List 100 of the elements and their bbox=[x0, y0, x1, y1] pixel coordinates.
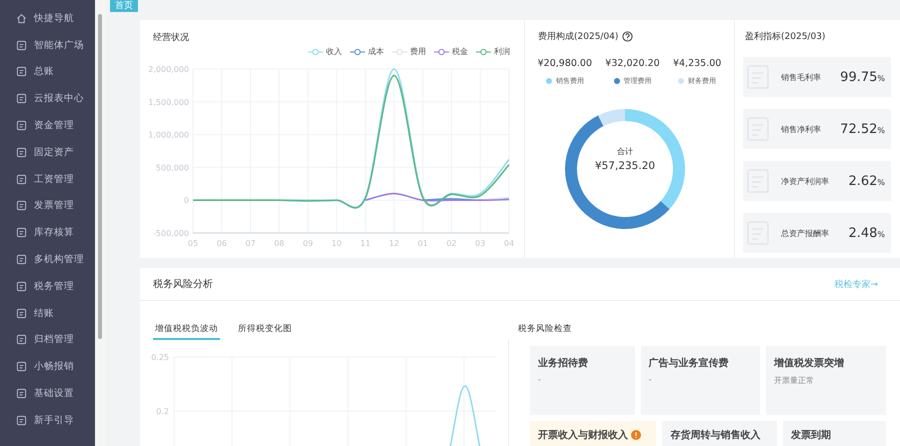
indicator-value: 72.52% bbox=[840, 122, 886, 136]
document-icon bbox=[16, 200, 27, 212]
legend-marker-icon bbox=[308, 48, 323, 56]
risk-card[interactable]: 业务招待费 - bbox=[530, 346, 635, 415]
axis-label: 02 bbox=[446, 239, 457, 248]
risk-status: 开票量正常 bbox=[774, 375, 815, 386]
axis-label: 500,000 bbox=[156, 163, 189, 172]
line-plot-drawing bbox=[449, 385, 481, 446]
risk-title: 存货周转与销售收入 bbox=[670, 428, 760, 442]
document-icon bbox=[16, 361, 27, 372]
document-icon bbox=[16, 146, 27, 158]
document-icon bbox=[16, 174, 27, 185]
risk-card[interactable]: 广告与业务宣传费 - bbox=[640, 346, 760, 415]
sidebar-item[interactable]: 发票管理 bbox=[0, 192, 95, 220]
document-icon bbox=[16, 254, 27, 266]
sidebar-item[interactable]: 快捷导航 bbox=[0, 5, 95, 32]
risk-card[interactable]: 增值税发票突增 开票量正常 bbox=[766, 346, 886, 415]
risk-title: 业务招待费 bbox=[538, 356, 588, 370]
axis-label: 06 bbox=[216, 239, 227, 248]
risk-card[interactable]: 存货周转与销售收入 bbox=[662, 421, 777, 446]
indicator-value: 2.48% bbox=[848, 226, 886, 240]
risk-card[interactable]: 发票到期 bbox=[782, 421, 886, 446]
legend-item[interactable]: 税金 bbox=[434, 46, 468, 57]
warning-icon bbox=[631, 430, 641, 440]
axis-label: 11 bbox=[360, 239, 370, 248]
house-icon bbox=[16, 12, 27, 24]
document-icon bbox=[16, 280, 27, 292]
legend-item[interactable]: 成本 bbox=[350, 46, 384, 57]
risk-status: - bbox=[648, 375, 653, 384]
axis-label: 0 bbox=[184, 196, 189, 206]
amount-text: ¥20,980.00 bbox=[538, 58, 592, 69]
legend-item[interactable]: 费用 bbox=[392, 46, 426, 57]
sidebar-item[interactable]: 总账 bbox=[0, 58, 95, 86]
legend-marker-icon bbox=[392, 48, 407, 56]
legend-label: 收入 bbox=[326, 46, 342, 57]
legend-label: 成本 bbox=[368, 46, 384, 57]
sidebar-item[interactable]: 小畅报销 bbox=[0, 353, 95, 380]
axis-label: 1,000,000 bbox=[148, 130, 189, 140]
legend-label: 利润 bbox=[494, 46, 510, 57]
sidebar-item[interactable]: 云报表中心 bbox=[0, 85, 95, 112]
indicator-value: 2.62% bbox=[848, 174, 886, 188]
axis-label: 07 bbox=[245, 239, 256, 248]
axis-label: 12 bbox=[389, 239, 400, 248]
amount-text: ¥32,020.20 bbox=[605, 58, 660, 69]
amount-text: ¥4,235.00 bbox=[672, 58, 722, 69]
axis-label: 0.25 bbox=[151, 353, 169, 362]
axis-label: 03 bbox=[475, 239, 486, 248]
document-icon bbox=[16, 120, 27, 132]
document-icon bbox=[16, 388, 27, 400]
axis-label: 1,500,000 bbox=[148, 98, 189, 107]
sidebar-item[interactable]: 多机构管理 bbox=[0, 246, 95, 273]
legend-label: 费用 bbox=[410, 46, 426, 57]
sidebar-item[interactable]: 新手引导 bbox=[0, 406, 95, 434]
section-title: 税务风险检查 bbox=[517, 323, 573, 335]
document-icon bbox=[16, 414, 27, 426]
indicator-label: 净资产利润率 bbox=[781, 176, 830, 186]
sidebar-item[interactable]: 工资管理 bbox=[0, 166, 95, 193]
help-icon[interactable] bbox=[622, 31, 634, 42]
axis-label: 2,000,000 bbox=[148, 65, 189, 74]
sidebar-item[interactable]: 结账 bbox=[0, 300, 95, 327]
indicator-value: 99.75% bbox=[840, 70, 886, 84]
axis-label: 04 bbox=[504, 239, 514, 248]
indicator-label: 总资产报酬率 bbox=[781, 228, 830, 238]
axis-label: 10 bbox=[332, 239, 342, 248]
document-icon bbox=[16, 308, 27, 319]
chart-tab[interactable]: 增值税税负波动 bbox=[153, 323, 220, 340]
sidebar-item[interactable]: 资金管理 bbox=[0, 112, 95, 139]
axis-label: 08 bbox=[274, 239, 284, 248]
legend-item[interactable]: 收入 bbox=[308, 46, 342, 57]
risk-status: - bbox=[538, 375, 542, 384]
document-icon bbox=[16, 334, 27, 346]
document-icon bbox=[16, 40, 27, 51]
sidebar-item[interactable]: 库存核算 bbox=[0, 219, 95, 246]
sidebar-item[interactable]: 基础设置 bbox=[0, 380, 95, 407]
section-title: 盈利指标(2025/03) bbox=[744, 30, 826, 43]
indicator-label: 销售毛利率 bbox=[781, 72, 822, 82]
risk-title: 发票到期 bbox=[790, 428, 831, 442]
document-icon bbox=[16, 227, 27, 238]
total-label: 合计 bbox=[617, 146, 633, 157]
document-icon bbox=[16, 93, 27, 104]
indicator-label: 销售净利率 bbox=[781, 124, 822, 134]
risk-title: 广告与业务宣传费 bbox=[648, 356, 729, 370]
axis-label: 05 bbox=[188, 239, 198, 248]
legend-marker-icon bbox=[476, 48, 491, 56]
legend-marker-icon bbox=[434, 48, 449, 56]
axis-label: -500,000 bbox=[153, 229, 189, 238]
legend-marker-icon bbox=[350, 48, 365, 56]
risk-title: 开票收入与财报收入 bbox=[538, 428, 628, 442]
total-amount: ¥57,235.20 bbox=[594, 160, 656, 172]
chart-tab[interactable]: 所得税变化图 bbox=[236, 323, 294, 340]
sidebar-item[interactable]: 固定资产 bbox=[0, 138, 95, 166]
section-title: 费用构成(2025/04) bbox=[538, 30, 618, 43]
sidebar-item[interactable]: 智能体广场 bbox=[0, 32, 95, 59]
risk-card[interactable]: 开票收入与财报收入 bbox=[530, 421, 656, 446]
risk-title: 增值税发票突增 bbox=[774, 356, 844, 370]
legend-item[interactable]: 利润 bbox=[476, 46, 510, 57]
sidebar-item[interactable]: 税务管理 bbox=[0, 272, 95, 300]
axis-label: 0.2 bbox=[156, 407, 169, 416]
document-icon bbox=[16, 66, 27, 78]
sidebar-item[interactable]: 归档管理 bbox=[0, 326, 95, 354]
